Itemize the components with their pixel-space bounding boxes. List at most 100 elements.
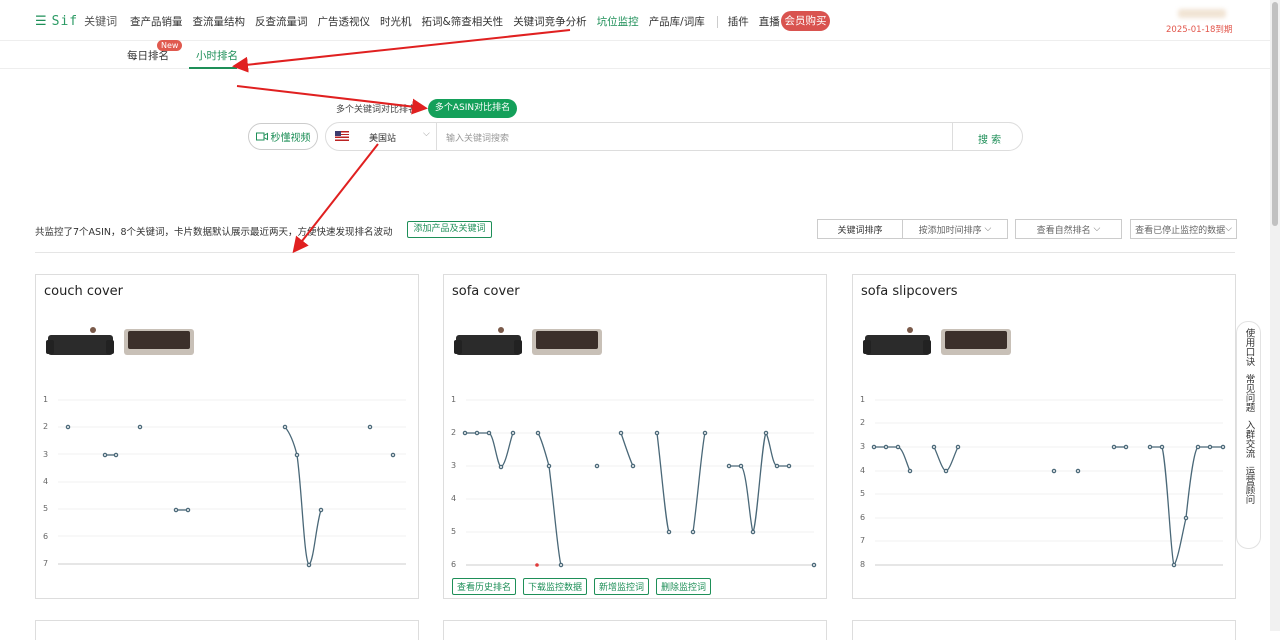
side-consultant[interactable]: 运营顾问	[1243, 466, 1255, 504]
side-item-label: 运营顾问	[1243, 466, 1255, 504]
keyword-card[interactable]: couch cover 1 2 3 4 5 6 7	[35, 274, 419, 599]
card-title: sofa cover	[452, 284, 520, 299]
sort-time-select[interactable]: 按添加时间排序 ⌵	[903, 220, 1007, 238]
y-tick: 4	[860, 466, 865, 475]
product-thumbnails[interactable]	[46, 325, 196, 357]
monitor-summary: 共监控了7个ASIN，8个关键词，卡片数据默认展示最近两天，方便快速发现排名波动	[35, 227, 393, 238]
menu-icon[interactable]: ☰	[35, 14, 47, 29]
station-select[interactable]: 美国站	[369, 131, 396, 144]
y-tick: 2	[860, 418, 865, 427]
y-tick: 4	[451, 494, 456, 503]
highlight-point	[535, 563, 539, 567]
video-icon	[255, 132, 268, 141]
grid-lines	[875, 399, 1223, 542]
chevron-down-icon: ⌵	[1093, 224, 1101, 234]
help-side-panel: 使用口诀 常见问题 入群交流 运营顾问	[1236, 321, 1261, 549]
divider	[35, 252, 1235, 253]
us-flag-icon	[335, 131, 349, 141]
rank-series	[871, 444, 1226, 568]
scrollbar-thumb[interactable]	[1272, 2, 1278, 226]
y-axis-labels: 1 2 3 4 5 6 7 8	[860, 395, 865, 569]
y-axis-labels: 1 2 3 4 5 6 7	[43, 395, 48, 568]
sofa-image	[863, 327, 931, 355]
sofa-image	[124, 329, 194, 355]
search-divider	[952, 122, 953, 151]
nav-item[interactable]: 查流量结构	[193, 14, 246, 29]
product-thumbnails[interactable]	[454, 325, 604, 357]
y-tick: 2	[451, 428, 456, 437]
nav-item-active[interactable]: 坑位监控	[597, 14, 639, 29]
view-history-button[interactable]: 查看历史排名	[452, 578, 517, 595]
expire-date: 2025-01-18到期	[1166, 25, 1233, 35]
sofa-image	[941, 329, 1011, 355]
search-divider	[436, 122, 437, 151]
nav-item[interactable]: 时光机	[380, 14, 412, 29]
add-product-keyword-button[interactable]: 添加产品及关键词	[407, 221, 492, 238]
search-button[interactable]: 搜 索	[978, 131, 1001, 146]
rank-chart: 1 2 3 4 5 6	[451, 395, 817, 569]
keyword-card[interactable]	[443, 620, 827, 640]
nav-item[interactable]: 产品库/词库	[649, 14, 705, 29]
rank-series	[65, 424, 396, 568]
avatar[interactable]	[1178, 9, 1226, 18]
delete-keyword-button[interactable]: 删除监控词	[656, 578, 712, 595]
keyword-card[interactable]: sofa slipcovers 1 2 3 4 5 6 7 8	[852, 274, 1236, 599]
nav-item[interactable]: 反查流量词	[255, 14, 308, 29]
sofa-image	[46, 327, 114, 355]
side-item-label: 常见问题	[1243, 374, 1255, 412]
natural-rank-select[interactable]: 查看自然排名 ⌵	[1015, 219, 1122, 239]
y-axis-labels: 1 2 3 4 5 6	[451, 395, 456, 569]
download-data-button[interactable]: 下载监控数据	[523, 578, 588, 595]
nav-plugin[interactable]: 插件	[728, 14, 749, 29]
y-tick: 3	[43, 450, 48, 459]
sort-group: 关键词排序 按添加时间排序 ⌵	[817, 219, 1008, 239]
new-badge: New	[157, 40, 183, 51]
brand-subtitle: 关键词	[84, 15, 118, 28]
side-faq[interactable]: 常见问题	[1243, 374, 1255, 412]
chevron-down-icon[interactable]: ⌵	[423, 129, 430, 139]
add-keyword-button[interactable]: 新增监控词	[594, 578, 650, 595]
card-title: couch cover	[44, 284, 123, 299]
brand-name: Sif	[51, 13, 79, 29]
sort-keyword-button[interactable]: 关键词排序	[818, 220, 903, 238]
product-thumbnails[interactable]	[863, 325, 1013, 357]
mode-multi-keyword[interactable]: 多个关键词对比排名	[336, 102, 417, 115]
chevron-down-icon: ⌵	[1225, 224, 1232, 234]
side-join-group[interactable]: 入群交流	[1243, 420, 1255, 458]
y-tick: 6	[451, 560, 456, 569]
y-tick: 1	[43, 395, 48, 404]
sub-nav	[0, 41, 1270, 69]
video-guide-label: 秒懂视频	[270, 133, 311, 144]
sofa-image	[454, 327, 522, 355]
y-tick: 3	[860, 442, 865, 451]
y-tick: 8	[860, 560, 865, 569]
nav-item[interactable]: 广告透视仪	[318, 14, 371, 29]
rank-chart: 1 2 3 4 5 6 7	[43, 395, 406, 568]
nav-item[interactable]: 拓词&筛查相关性	[422, 14, 504, 29]
keyword-card[interactable]	[35, 620, 419, 640]
card-actions: 查看历史排名 下载监控数据 新增监控词 删除监控词	[452, 578, 712, 595]
y-tick: 5	[860, 489, 865, 498]
side-item-label: 使用口诀	[1243, 328, 1255, 366]
y-tick: 3	[451, 461, 456, 470]
sort-time-label: 按添加时间排序	[918, 225, 982, 236]
y-tick: 7	[43, 559, 48, 568]
y-tick: 4	[43, 477, 48, 486]
nav-item[interactable]: 关键词竞争分析	[513, 14, 587, 29]
search-input[interactable]: 输入关键词搜索	[446, 131, 509, 144]
stopped-data-select[interactable]: 查看已停止监控的数据 ⌵	[1130, 219, 1237, 239]
buy-membership-button[interactable]: 会员购买	[781, 11, 830, 31]
mode-multi-asin[interactable]: 多个ASIN对比排名	[428, 99, 517, 118]
side-usage-tips[interactable]: 使用口诀	[1243, 328, 1255, 366]
sofa-image	[532, 329, 602, 355]
video-guide-button[interactable]: 秒懂视频	[248, 123, 318, 150]
nav-live[interactable]: 直播	[759, 14, 780, 29]
tab-hourly-rank[interactable]: 小时排名	[196, 48, 238, 63]
stopped-data-label: 查看已停止监控的数据	[1135, 225, 1226, 236]
main-nav: 查产品销量 查流量结构 反查流量词 广告透视仪 时光机 拓词&筛查相关性 关键词…	[130, 14, 821, 29]
natural-rank-label: 查看自然排名	[1036, 225, 1091, 236]
nav-item[interactable]: 查产品销量	[130, 14, 183, 29]
keyword-card[interactable]	[852, 620, 1236, 640]
keyword-card[interactable]: sofa cover 1 2 3 4 5 6 查看历史排名 下载监控数据 新增监…	[443, 274, 827, 599]
app-logo[interactable]: ☰ Sif 关键词	[35, 13, 117, 29]
